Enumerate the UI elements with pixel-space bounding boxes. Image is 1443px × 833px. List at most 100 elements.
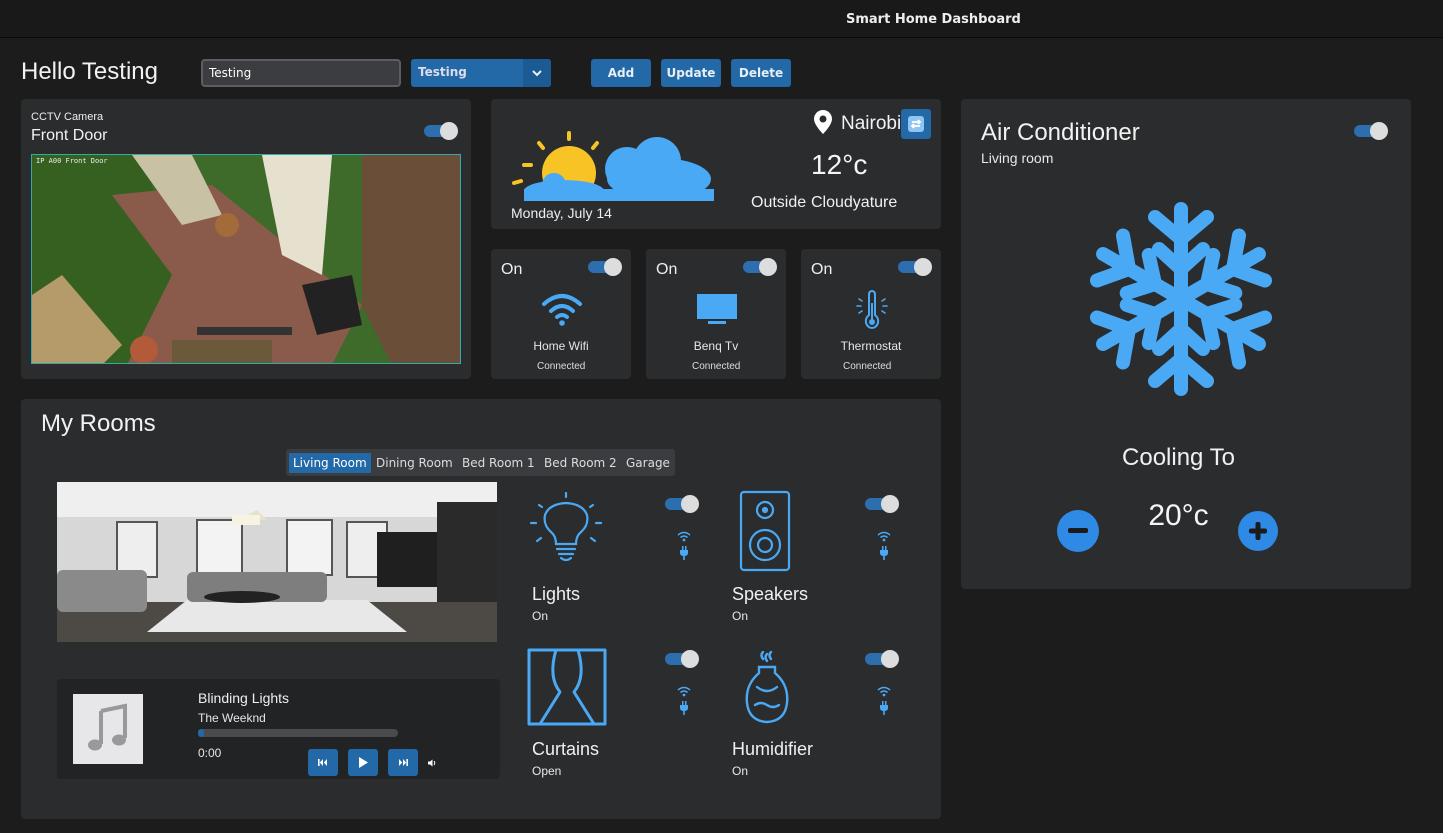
progress-bar[interactable] <box>198 729 398 737</box>
refresh-weather-button[interactable] <box>901 109 931 139</box>
device-toggle[interactable] <box>743 258 777 276</box>
device-card-benq-tv[interactable]: On Benq Tv Connected <box>646 249 786 379</box>
previous-button[interactable] <box>308 749 338 776</box>
snowflake-icon <box>1081 202 1281 399</box>
humidifier-icon <box>745 651 789 724</box>
speaker-icon <box>739 490 791 572</box>
ac-cooling-label: Cooling To <box>1122 444 1235 471</box>
device-state: On <box>501 261 523 278</box>
ac-toggle[interactable] <box>1354 122 1388 140</box>
device-name: Home Wifi <box>533 339 589 353</box>
title-bar: Smart Home Dashboard <box>0 0 1443 38</box>
plug-icon <box>680 701 688 715</box>
weather-city: Nairobi <box>841 113 902 134</box>
room-device-name: Lights <box>532 584 581 604</box>
cctv-toggle[interactable] <box>424 122 458 140</box>
weather-date: Monday, July 14 <box>511 205 612 221</box>
song-artist: The Weeknd <box>198 711 266 725</box>
play-icon <box>359 757 368 768</box>
device-name: Benq Tv <box>693 339 739 353</box>
progress-fill <box>198 729 204 737</box>
plug-icon <box>680 546 688 560</box>
room-device-toggle[interactable] <box>665 650 699 668</box>
device-status: Connected <box>692 361 741 372</box>
add-button[interactable]: Add <box>591 59 651 87</box>
location-pin-icon <box>814 110 832 134</box>
play-button[interactable] <box>348 749 378 776</box>
device-status: Connected <box>843 361 892 372</box>
ac-room: Living room <box>981 150 1054 166</box>
room-device-status: On <box>732 764 749 778</box>
tab-bed-room-2[interactable]: Bed Room 2 <box>540 453 621 473</box>
cctv-location: Front Door <box>31 127 108 144</box>
partly-cloudy-icon <box>512 131 714 201</box>
plug-icon <box>880 546 888 560</box>
curtains-icon <box>527 648 607 726</box>
device-name: Thermostat <box>840 339 902 353</box>
weather-outside-label: Outside <box>751 194 807 211</box>
room-card-curtains[interactable]: Curtains Open <box>517 637 707 781</box>
room-device-status: On <box>532 609 549 623</box>
volume-icon[interactable] <box>427 758 437 768</box>
device-card-home-wifi[interactable]: On Home Wifi Connected <box>491 249 631 379</box>
cctv-panel: CCTV Camera Front Door IP A00 Front Door <box>21 99 471 379</box>
room-device-status: On <box>732 609 749 623</box>
update-button[interactable]: Update <box>661 59 721 87</box>
tv-icon <box>697 294 737 324</box>
room-device-name: Speakers <box>732 584 809 604</box>
device-state: On <box>811 261 833 278</box>
room-device-name: Curtains <box>532 739 600 759</box>
device-card-thermostat[interactable]: On Thermostat Connected <box>801 249 941 379</box>
weather-temperature: 12°c <box>811 149 868 180</box>
device-state: On <box>656 261 678 278</box>
increase-temp-button[interactable] <box>1238 511 1278 551</box>
name-input[interactable] <box>201 59 401 87</box>
room-photo <box>57 482 497 642</box>
thermometer-icon <box>856 289 888 330</box>
tab-bed-room-1[interactable]: Bed Room 1 <box>458 453 539 473</box>
wifi-icon <box>877 686 891 697</box>
room-device-name: Humidifier <box>732 739 814 759</box>
cctv-label: CCTV Camera <box>31 111 104 123</box>
device-toggle[interactable] <box>588 258 622 276</box>
delete-button[interactable]: Delete <box>731 59 791 87</box>
room-device-status: Open <box>532 764 562 778</box>
wifi-icon <box>542 294 582 326</box>
cctv-overlay-text: IP A00 Front Door <box>36 157 108 165</box>
room-card-humidifier[interactable]: Humidifier On <box>717 637 907 781</box>
plug-icon <box>880 701 888 715</box>
room-device-toggle[interactable] <box>865 495 899 513</box>
decrease-temp-button[interactable] <box>1057 510 1099 552</box>
wifi-icon <box>677 686 691 697</box>
user-select[interactable]: Testing <box>411 59 551 87</box>
ac-panel: Air Conditioner Living room Cooling To 2… <box>961 99 1411 589</box>
room-card-lights[interactable]: Lights On <box>517 482 707 626</box>
room-device-toggle[interactable] <box>665 495 699 513</box>
rooms-title: My Rooms <box>41 410 156 437</box>
next-icon <box>399 759 408 766</box>
weather-condition: Cloudyature <box>811 194 898 211</box>
ac-target-temp: 20°c <box>1148 499 1209 532</box>
user-select-value: Testing <box>418 65 467 79</box>
next-button[interactable] <box>388 749 418 776</box>
tab-garage[interactable]: Garage <box>622 453 674 473</box>
ac-title: Air Conditioner <box>981 119 1140 146</box>
tab-dining-room[interactable]: Dining Room <box>372 453 457 473</box>
refresh-icon <box>908 116 924 132</box>
room-device-toggle[interactable] <box>865 650 899 668</box>
previous-icon <box>318 759 327 766</box>
device-toggle[interactable] <box>898 258 932 276</box>
tab-living-room[interactable]: Living Room <box>289 453 371 473</box>
lightbulb-icon <box>529 492 603 562</box>
room-tabs: Living Room Dining Room Bed Room 1 Bed R… <box>286 449 675 476</box>
cctv-feed[interactable]: IP A00 Front Door <box>31 154 461 364</box>
weather-panel: Monday, July 14 Nairobi 12°c Outside Clo… <box>491 99 941 229</box>
room-card-speakers[interactable]: Speakers On <box>717 482 907 626</box>
app-title: Smart Home Dashboard <box>846 12 1021 27</box>
chevron-down-icon[interactable] <box>523 59 551 87</box>
song-title: Blinding Lights <box>198 690 290 706</box>
plus-icon <box>1249 522 1267 540</box>
minus-icon <box>1068 528 1088 533</box>
wifi-icon <box>877 531 891 542</box>
device-status: Connected <box>537 361 586 372</box>
